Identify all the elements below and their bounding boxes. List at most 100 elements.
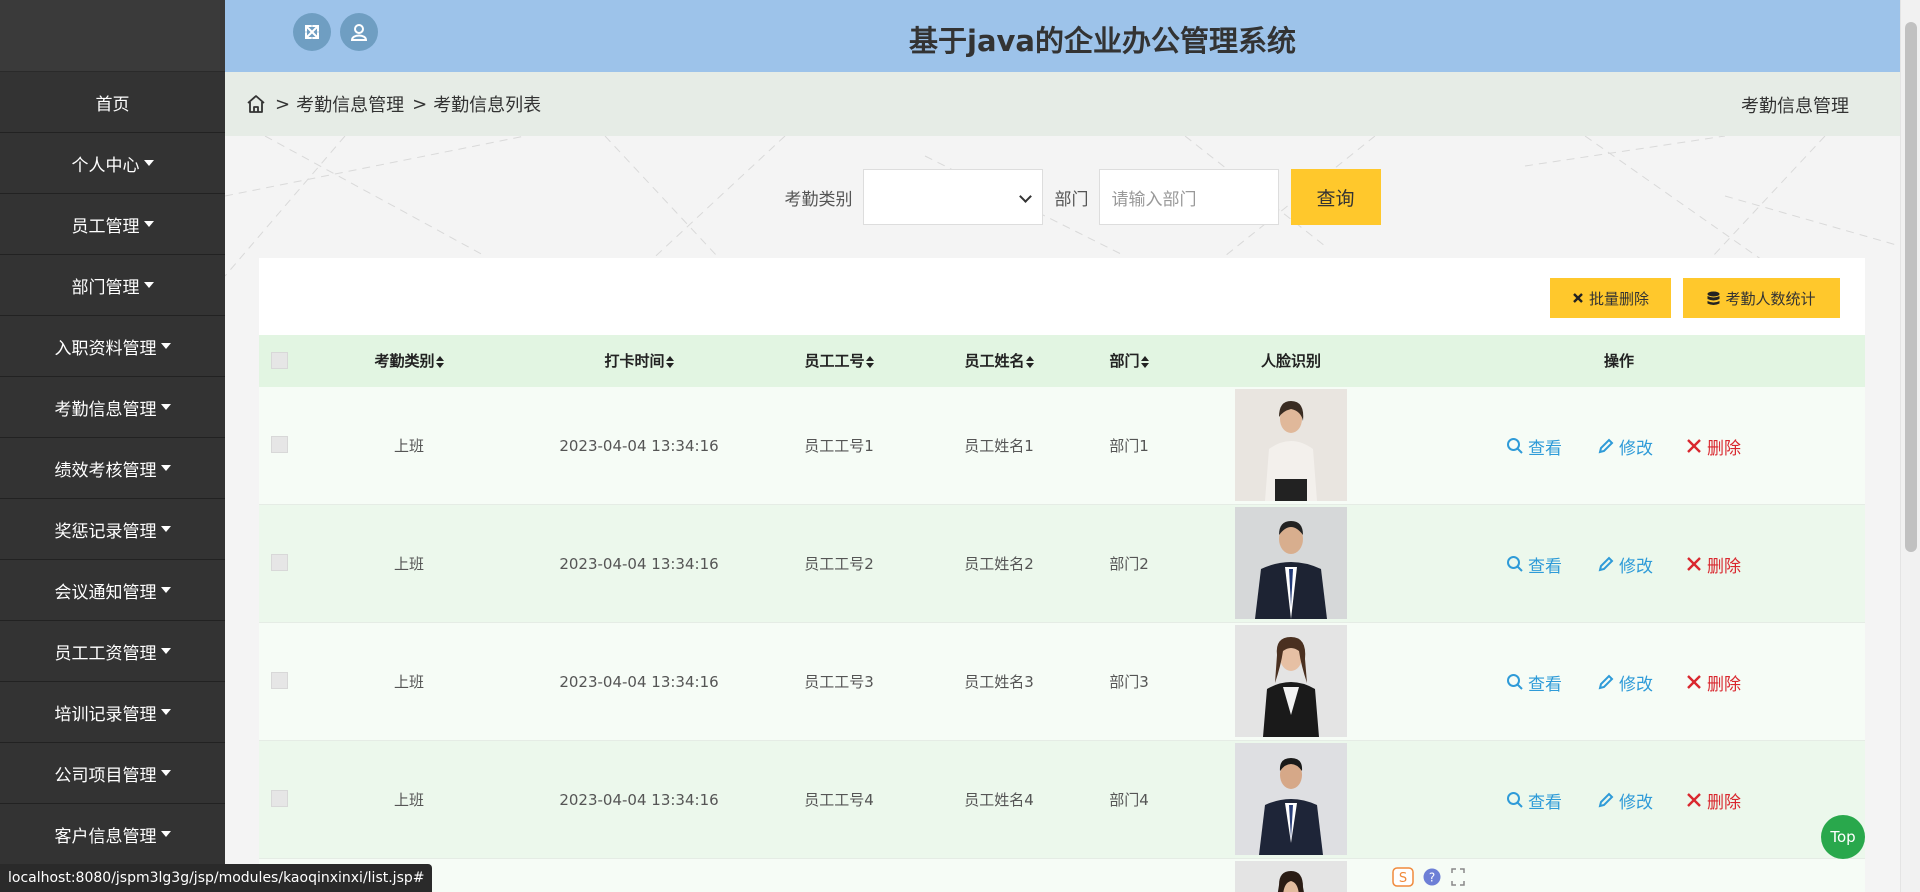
caret-down-icon [160, 404, 171, 410]
face-photo[interactable] [1235, 743, 1347, 855]
cell-time: 2023-04-04 13:34:16 [559, 437, 719, 455]
attendance-type-select[interactable] [862, 169, 1043, 225]
top-header: 基于java的企业办公管理系统 [225, 0, 1900, 72]
sidebar-item-department[interactable]: 部门管理 [0, 255, 225, 316]
edit-button[interactable]: 修改 [1597, 623, 1653, 741]
home-icon[interactable] [245, 93, 267, 115]
batch-delete-button[interactable]: 批量删除 [1550, 278, 1671, 318]
svg-text:S: S [1399, 871, 1407, 886]
column-header-dept[interactable]: 部门 [1089, 335, 1169, 387]
row-checkbox[interactable] [271, 436, 288, 453]
cell-type: 上班 [393, 673, 424, 691]
close-icon [1687, 557, 1701, 571]
sidebar-item-label: 个人中心 [71, 155, 140, 176]
sidebar-item-onboarding[interactable]: 入职资料管理 [0, 316, 225, 377]
caret-down-icon [160, 526, 171, 532]
cell-type: 上班 [393, 555, 424, 573]
caret-down-icon [160, 587, 171, 593]
fullscreen-small-icon[interactable] [1450, 867, 1466, 887]
department-input[interactable]: 请输入部门 [1098, 169, 1279, 225]
attendance-type-label: 考勤类别 [784, 189, 853, 210]
column-header-actions: 操作 [1603, 352, 1634, 370]
sidebar-item-rewards[interactable]: 奖惩记录管理 [0, 499, 225, 560]
cell-dept: 部门4 [1109, 791, 1149, 809]
face-photo[interactable] [1235, 861, 1347, 892]
pencil-icon [1598, 556, 1614, 572]
column-header-time[interactable]: 打卡时间 [509, 335, 769, 387]
cell-emp-no: 员工工号4 [804, 791, 874, 809]
table-panel: 批量删除 考勤人数统计 考勤类别 打卡时间 员工工号 员工姓名 部门 人脸识别 … [259, 258, 1865, 892]
sidebar-item-personal-center[interactable]: 个人中心 [0, 133, 225, 194]
caret-down-icon [160, 831, 171, 837]
delete-button[interactable]: 删除 [1685, 387, 1741, 505]
edit-button[interactable]: 修改 [1597, 741, 1653, 859]
delete-button[interactable]: 删除 [1685, 741, 1741, 859]
sort-icon [665, 355, 674, 368]
cell-name: 员工姓名1 [964, 437, 1034, 455]
sidebar-item-training[interactable]: 培训记录管理 [0, 682, 225, 743]
sidebar-item-performance[interactable]: 绩效考核管理 [0, 438, 225, 499]
sidebar-item-salary[interactable]: 员工工资管理 [0, 621, 225, 682]
row-checkbox[interactable] [271, 554, 288, 571]
caret-down-icon [143, 221, 154, 227]
search-icon [1507, 556, 1523, 572]
cell-time: 2023-04-04 13:34:16 [559, 555, 719, 573]
status-url: localhost:8080/jspm3lg3g/jsp/modules/kao… [0, 864, 433, 892]
view-button[interactable]: 查看 [1506, 387, 1562, 505]
view-button[interactable]: 查看 [1506, 505, 1562, 623]
sidebar-item-label: 奖惩记录管理 [54, 521, 157, 542]
face-photo[interactable] [1235, 389, 1347, 501]
sidebar-item-label: 公司项目管理 [54, 765, 157, 786]
delete-button[interactable]: 删除 [1685, 505, 1741, 623]
edit-button[interactable]: 修改 [1597, 387, 1653, 505]
attendance-stats-button[interactable]: 考勤人数统计 [1683, 278, 1840, 318]
edit-button[interactable]: 修改 [1597, 505, 1653, 623]
sidebar-item-home[interactable]: 首页 [0, 72, 225, 133]
database-icon [1707, 291, 1720, 305]
table-row: 上班 2023-04-04 13:34:16 员工工号2 员工姓名2 部门2 查… [259, 505, 1865, 623]
sidebar-item-customers[interactable]: 客户信息管理 [0, 804, 225, 865]
cell-name: 员工姓名4 [964, 791, 1034, 809]
sogou-input-icon[interactable]: S [1392, 867, 1414, 887]
sidebar-item-meetings[interactable]: 会议通知管理 [0, 560, 225, 621]
sort-icon [865, 355, 874, 368]
help-icon[interactable]: ? [1422, 867, 1442, 887]
sidebar-item-label: 培训记录管理 [54, 704, 157, 725]
column-header-type[interactable]: 考勤类别 [309, 335, 509, 387]
column-header-name[interactable]: 员工姓名 [929, 335, 1069, 387]
view-button[interactable]: 查看 [1506, 623, 1562, 741]
face-photo[interactable] [1235, 625, 1347, 737]
row-checkbox[interactable] [271, 672, 288, 689]
table-row: 上班 2023-04-04 13:34:16 员工工号1 员工姓名1 部门1 查… [259, 387, 1865, 505]
pencil-icon [1598, 438, 1614, 454]
sidebar-item-label: 客户信息管理 [54, 826, 157, 847]
sidebar-item-label: 绩效考核管理 [54, 460, 157, 481]
row-checkbox[interactable] [271, 790, 288, 807]
department-label: 部门 [1054, 189, 1089, 210]
cell-type: 上班 [393, 791, 424, 809]
sidebar-item-attendance[interactable]: 考勤信息管理 [0, 377, 225, 438]
pencil-icon [1598, 792, 1614, 808]
delete-button[interactable]: 删除 [1685, 623, 1741, 741]
face-photo[interactable] [1235, 507, 1347, 619]
table-header: 考勤类别 打卡时间 员工工号 员工姓名 部门 人脸识别 操作 [259, 335, 1865, 387]
breadcrumb-level1[interactable]: 考勤信息管理 [296, 91, 404, 117]
svg-text:?: ? [1429, 871, 1435, 885]
sidebar-item-label: 入职资料管理 [54, 338, 157, 359]
scrollbar-thumb[interactable] [1905, 22, 1917, 552]
column-header-emp-no[interactable]: 员工工号 [779, 335, 899, 387]
close-icon [1687, 439, 1701, 453]
sidebar-item-employee[interactable]: 员工管理 [0, 194, 225, 255]
sidebar-item-label: 考勤信息管理 [54, 399, 157, 420]
search-button[interactable]: 查询 [1290, 169, 1381, 225]
close-icon [1573, 293, 1583, 303]
scrollbar[interactable] [1900, 0, 1920, 892]
back-to-top-button[interactable]: Top [1821, 815, 1865, 859]
view-button[interactable]: 查看 [1506, 741, 1562, 859]
breadcrumb: > 考勤信息管理 > 考勤信息列表 考勤信息管理 [225, 72, 1900, 136]
floating-tool-icons: S ? [1392, 867, 1466, 887]
sort-icon [1025, 355, 1034, 368]
select-all-checkbox[interactable] [271, 352, 288, 369]
cell-dept: 部门2 [1109, 555, 1149, 573]
sidebar-item-projects[interactable]: 公司项目管理 [0, 743, 225, 804]
